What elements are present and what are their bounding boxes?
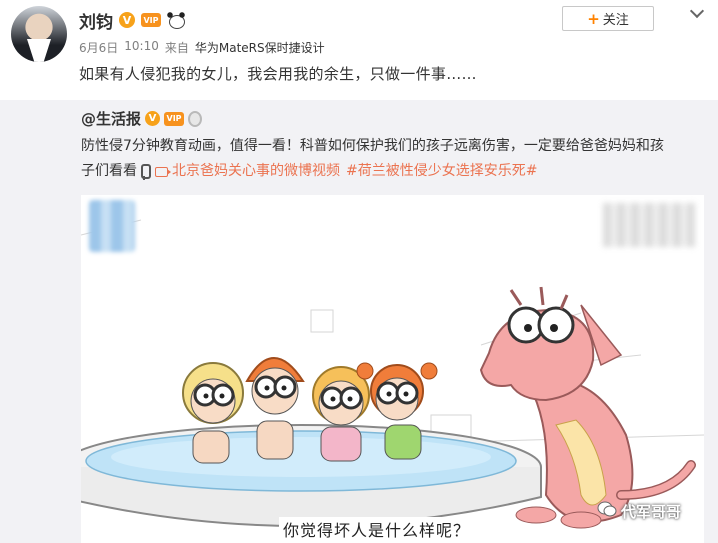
post-text: 如果有人侵犯我的女儿，我会用我的余生，只做一件事…… xyxy=(79,65,477,83)
follow-button[interactable]: + 关注 xyxy=(562,6,654,31)
source-prefix: 来自 xyxy=(164,41,189,55)
verified-icon: V xyxy=(145,111,161,126)
wechat-icon xyxy=(597,501,617,517)
panda-icon xyxy=(167,12,185,29)
vip-icon: VIP xyxy=(164,111,185,126)
topic-link[interactable]: #荷兰被性侵少女选择安乐死# xyxy=(346,159,537,184)
verified-icon: V xyxy=(119,12,135,28)
post-date[interactable]: 6月6日 xyxy=(79,39,118,56)
medal-icon xyxy=(188,110,203,127)
repost-text-line1: 防性侵7分钟教育动画，值得一看！科普如何保护我们的孩子远离伤害，一定要给爸爸妈妈… xyxy=(81,138,664,154)
repost-box: @生活报 V VIP 防性侵7分钟教育动画，值得一看！科普如何保护我们的孩子远离… xyxy=(0,100,718,543)
post-source[interactable]: 华为MateRS保时捷设计 xyxy=(195,39,325,56)
chevron-down-icon[interactable] xyxy=(690,8,704,18)
plus-icon: + xyxy=(587,9,600,28)
cartoon-illustration xyxy=(81,219,704,529)
blurred-logo-left xyxy=(89,200,135,252)
watermark-text: 代军哥哥 xyxy=(621,503,682,521)
weibo-post: 刘钧 V VIP 6月6日 10:10 来自 华为MateRS保时捷设计 如果有… xyxy=(0,0,718,100)
video-subtitle: 你觉得坏人是什么样呢？ xyxy=(279,517,475,541)
repost-author[interactable]: @生活报 xyxy=(81,108,141,129)
kid-girl-pink xyxy=(312,366,370,462)
video-frame[interactable]: 代军哥哥 你觉得坏人是什么样呢？ xyxy=(81,195,704,543)
author-row: 刘钧 V VIP xyxy=(79,8,185,33)
follow-label: 关注 xyxy=(602,13,629,28)
author-name[interactable]: 刘钧 xyxy=(79,8,113,33)
blurred-logo-right xyxy=(603,203,695,247)
repost-text-end: 子们看看 xyxy=(81,163,137,179)
post-time[interactable]: 10:10 xyxy=(124,39,159,56)
repost-author-row: @生活报 V VIP xyxy=(81,108,203,129)
video-icon xyxy=(155,166,171,177)
microphone-icon xyxy=(139,163,151,180)
post-meta: 6月6日 10:10 来自 华为MateRS保时捷设计 xyxy=(79,39,325,56)
avatar[interactable] xyxy=(11,6,67,62)
repost-text-line2: 子们看看 北京爸妈关心事的微博视频 #荷兰被性侵少女选择安乐死# xyxy=(81,159,537,184)
vip-icon: VIP xyxy=(141,13,161,27)
video-link[interactable]: 北京爸妈关心事的微博视频 xyxy=(172,159,340,184)
